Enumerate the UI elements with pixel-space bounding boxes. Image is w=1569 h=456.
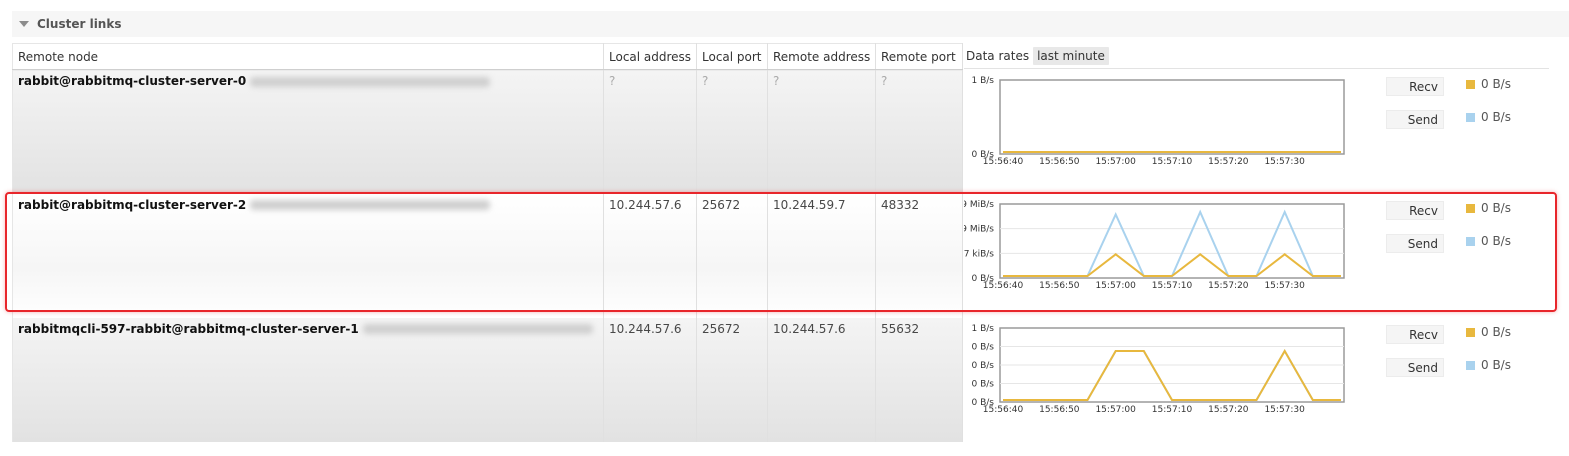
send-swatch: [1466, 236, 1475, 246]
send-button[interactable]: Send: [1386, 110, 1444, 129]
table-row: rabbit@rabbitmq-cluster-server-2 10.244.…: [12, 193, 963, 318]
header-remote-address: Remote address: [767, 43, 876, 70]
recv-rate-value: 0 B/s: [1481, 201, 1511, 215]
local-port: 25672: [696, 317, 768, 442]
recv-button[interactable]: Recv: [1386, 77, 1444, 96]
send-legend: 0 B/s: [1466, 234, 1511, 248]
header-remote-port: Remote port: [875, 43, 963, 70]
recv-rate-value: 0 B/s: [1481, 77, 1511, 91]
collapse-triangle-icon[interactable]: [19, 21, 29, 27]
x-tick-label: 15:56:40: [983, 405, 1024, 415]
x-tick-label: 15:56:40: [983, 281, 1024, 291]
plot-frame: [999, 79, 1345, 155]
local-address: ?: [609, 74, 616, 88]
y-tick-label: 0 B/s: [972, 343, 995, 353]
y-tick-label: 0 B/s: [972, 380, 995, 390]
remote-node-name: rabbitmqcli-597-rabbit@rabbitmq-cluster-…: [18, 321, 359, 336]
x-tick-label: 15:57:10: [1152, 157, 1193, 167]
remote-node-name: rabbit@rabbitmq-cluster-server-0: [18, 74, 247, 88]
send-rate-value: 0 B/s: [1481, 234, 1511, 248]
rate-chart-row-0: 1 B/s 0 B/s 15:56:40 15:56:50 15:57:00 15:57:…: [964, 72, 1564, 192]
x-tick-label: 15:57:20: [1208, 157, 1249, 167]
recv-legend: 0 B/s: [1466, 201, 1511, 215]
rate-chart: 1 B/s0 B/s15:56:40 15:56:50 15:57:00 15:57:…: [972, 76, 1345, 167]
x-tick-label: 15:57:20: [1208, 281, 1249, 291]
recv-swatch: [1466, 203, 1475, 213]
send-swatch: [1466, 112, 1475, 122]
local-port: 25672: [696, 193, 768, 318]
redacted-text: [250, 76, 491, 87]
send-button[interactable]: Send: [1386, 234, 1444, 253]
remote-port: 48332: [875, 193, 963, 318]
y-tick-label: 1.9 MiB/s: [964, 225, 994, 235]
recv-button[interactable]: Recv: [1386, 325, 1444, 344]
cluster-links-table: Remote node Local address Local port Rem…: [12, 43, 963, 442]
x-tick-label: 15:56:50: [1039, 405, 1080, 415]
remote-address: ?: [773, 74, 780, 88]
rate-chart: 2.9 MiB/s1.9 MiB/s977 kiB/s0 B/s15:56:40…: [964, 200, 1345, 291]
header-remote-node: Remote node: [12, 43, 604, 70]
remote-node-name: rabbit@rabbitmq-cluster-server-2: [18, 197, 247, 212]
redacted-text: [362, 324, 593, 334]
send-rate-value: 0 B/s: [1481, 358, 1511, 372]
recv-rate-value: 0 B/s: [1481, 325, 1511, 339]
send-button[interactable]: Send: [1386, 358, 1444, 377]
cluster-links-section-header[interactable]: Cluster links: [12, 11, 1569, 37]
x-tick-label: 15:57:20: [1208, 405, 1249, 415]
range-selector-button[interactable]: last minute: [1033, 47, 1109, 65]
section-title[interactable]: Cluster links: [37, 17, 121, 31]
recv-swatch: [1466, 79, 1475, 89]
data-rates-label: Data rates: [966, 49, 1030, 63]
send-legend: 0 B/s: [1466, 358, 1511, 372]
data-rates-header: Data rates last minute: [966, 45, 1109, 67]
x-tick-label: 15:57:10: [1152, 281, 1193, 291]
remote-address: 10.244.59.7: [767, 193, 876, 318]
send-rate-value: 0 B/s: [1481, 110, 1511, 124]
redacted-text: [250, 200, 491, 210]
header-local-address: Local address: [603, 43, 697, 70]
send-legend: 0 B/s: [1466, 110, 1511, 124]
local-address: 10.244.57.6: [603, 317, 697, 442]
x-tick-label: 15:56:50: [1039, 281, 1080, 291]
recv-legend: 0 B/s: [1466, 325, 1511, 339]
plot-frame: [999, 203, 1345, 279]
local-port: ?: [702, 74, 709, 88]
x-tick-label: 15:56:50: [1039, 157, 1080, 167]
recv-legend: 0 B/s: [1466, 77, 1511, 91]
y-tick-label: 1 B/s: [972, 324, 995, 334]
x-tick-label: 15:57:30: [1264, 405, 1305, 415]
recv-button[interactable]: Recv: [1386, 201, 1444, 220]
header-local-port: Local port: [696, 43, 768, 70]
y-tick-label: 1 B/s: [972, 76, 995, 86]
send-swatch: [1466, 360, 1475, 370]
y-tick-label: 2.9 MiB/s: [964, 200, 994, 210]
rate-chart-row-2: 1 B/s 0 B/s 0 B/s 0 B/s 0 B/s 15:56:40 15:56:5…: [964, 320, 1564, 440]
y-tick-label: 977 kiB/s: [964, 249, 994, 259]
rate-chart: 1 B/s0 B/s0 B/s0 B/s0 B/s15:56:40 15:56:5…: [972, 324, 1345, 415]
recv-swatch: [1466, 327, 1475, 337]
divider: [964, 68, 1549, 69]
x-tick-label: 15:57:30: [1264, 281, 1305, 291]
x-tick-label: 15:57:00: [1095, 157, 1136, 167]
remote-port: 55632: [875, 317, 963, 442]
x-tick-label: 15:56:40: [983, 157, 1024, 167]
x-tick-label: 15:57:30: [1264, 157, 1305, 167]
table-row: rabbitmqcli-597-rabbit@rabbitmq-cluster-…: [12, 317, 963, 442]
x-tick-label: 15:57:00: [1095, 281, 1136, 291]
table-row: rabbit@rabbitmq-cluster-server-0 ? ? ? ?: [12, 69, 963, 194]
y-tick-label: 0 B/s: [972, 361, 995, 371]
remote-address: 10.244.57.6: [767, 317, 876, 442]
remote-port: ?: [881, 74, 888, 88]
local-address: 10.244.57.6: [603, 193, 697, 318]
rate-chart-row-1: 2.9 MiB/s 1.9 MiB/s 977 kiB/s 0 B/s 15:56:40…: [964, 196, 1564, 316]
x-tick-label: 15:57:10: [1152, 405, 1193, 415]
x-tick-label: 15:57:00: [1095, 405, 1136, 415]
